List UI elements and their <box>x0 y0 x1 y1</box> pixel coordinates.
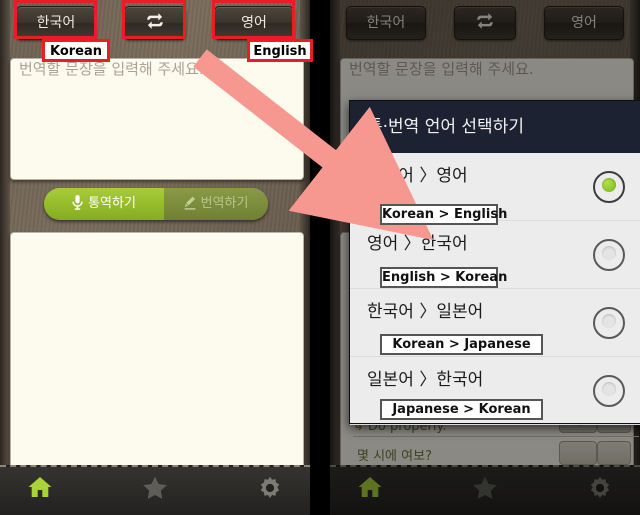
star-icon <box>143 476 167 499</box>
left-phone-panel: 한국어 영어 번역할 문장을 입력해 주세요. 통역하기 번역하기 <box>0 0 310 515</box>
dialog-radio-3[interactable] <box>593 307 625 339</box>
dialog-option-label-1: 한국어 〉영어 <box>367 166 468 186</box>
result-text-area[interactable] <box>10 232 304 470</box>
nav-settings-button[interactable] <box>246 475 294 507</box>
nav-favorites-button[interactable] <box>131 475 179 507</box>
annotation-box-target-language <box>212 0 295 39</box>
gear-icon <box>260 476 280 498</box>
interpret-mode-label: 통역하기 <box>88 196 136 211</box>
translate-mode-label: 번역하기 <box>200 196 249 211</box>
annotation-box-source-language <box>14 0 97 39</box>
annotation-label-korean: Korean <box>42 39 110 62</box>
annotation-label-english: English <box>247 39 313 62</box>
bottom-navigation-bar <box>0 465 310 515</box>
annotation-label-english-korean: English > Korean <box>380 267 507 288</box>
translate-mode-button[interactable]: 번역하기 <box>164 188 268 220</box>
language-selection-dialog: 통·번역 언어 선택하기 한국어 〉영어 영어 〉한국어 한국어 〉일본어 일본… <box>349 100 640 425</box>
dialog-option-label-3: 한국어 〉일본어 <box>367 302 484 322</box>
annotation-label-korean-japanese: Korean > Japanese <box>380 334 543 355</box>
annotation-box-swap-button <box>122 0 186 39</box>
dialog-option-label-4: 일본어 〉한국어 <box>367 370 484 390</box>
dialog-radio-1[interactable] <box>593 171 625 203</box>
dialog-title: 통·번역 언어 선택하기 <box>350 101 640 153</box>
mode-toggle-group: 통역하기 번역하기 <box>44 188 268 220</box>
dialog-radio-2[interactable] <box>593 239 625 271</box>
pen-icon <box>184 196 195 210</box>
dialog-option-label-2: 영어 〉한국어 <box>367 234 468 254</box>
nav-home-button[interactable] <box>16 475 64 507</box>
annotation-label-japanese-korean: Japanese > Korean <box>380 399 543 420</box>
dialog-radio-4[interactable] <box>593 375 625 407</box>
panel-left-bezel <box>0 0 10 515</box>
annotation-label-korean-english: Korean > English <box>380 204 507 225</box>
microphone-icon <box>72 195 83 210</box>
source-text-input[interactable]: 번역할 문장을 입력해 주세요. <box>10 58 304 180</box>
home-icon <box>28 477 52 497</box>
right-phone-panel: 한국어 영어 번역할 문장을 입력해 주세요. ↳ Do properly. 몇… <box>330 0 640 515</box>
interpret-mode-button[interactable]: 통역하기 <box>44 188 164 220</box>
